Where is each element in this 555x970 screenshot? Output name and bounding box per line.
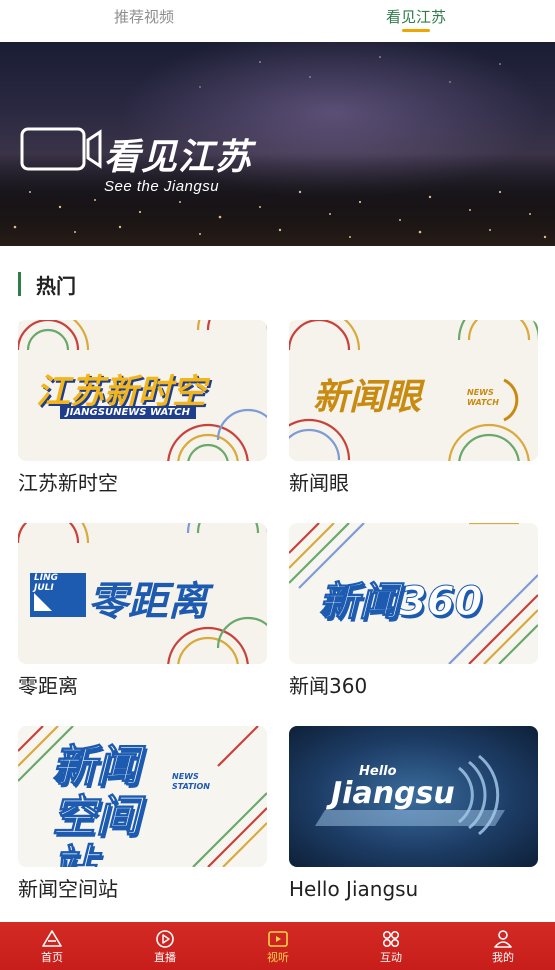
nav-label: 互动 (380, 951, 402, 964)
nav-home[interactable]: 首页 (22, 922, 82, 970)
home-icon (42, 930, 62, 947)
program-title: 零距离 (18, 674, 78, 698)
nav-interact[interactable]: 互动 (361, 922, 421, 970)
program-title: 新闻眼 (289, 471, 349, 495)
program-thumbnail: 新闻眼 NEWS WATCH (289, 320, 538, 461)
tab-recommended-video[interactable]: 推荐视频 (114, 6, 174, 28)
program-logo-title: 新闻360 (319, 579, 483, 626)
program-title: 新闻360 (289, 674, 368, 698)
tv-icon (268, 931, 288, 947)
nav-mine[interactable]: 我的 (473, 922, 533, 970)
program-card-hello-jiangsu[interactable]: Hello Jiangsu Hello Jiangsu (289, 726, 538, 903)
nav-live[interactable]: 直播 (135, 922, 195, 970)
nav-label: 视听 (267, 951, 289, 964)
program-card-jiangsu-xinshikong[interactable]: 江苏新时空 JIANGSUNEWS WATCH 江苏新时空 (18, 320, 267, 497)
program-thumbnail: 新闻空间站 NEWS STATION (18, 726, 267, 867)
nav-audiovisual[interactable]: 视听 (248, 922, 308, 970)
program-card-xinwen-kongjianzhan[interactable]: 新闻空间站 NEWS STATION 新闻空间站 (18, 726, 267, 903)
program-logo-subtitle: NEWS WATCH (467, 388, 499, 407)
section-title: 热门 (36, 274, 76, 298)
program-thumbnail: 江苏新时空 JIANGSUNEWS WATCH (18, 320, 267, 461)
program-logo-title: 新闻眼 (313, 377, 422, 418)
nav-label: 首页 (41, 951, 63, 964)
program-thumbnail: 新闻360 (289, 523, 538, 664)
program-thumbnail: Hello Jiangsu (289, 726, 538, 867)
program-thumbnail: LING JULI 零距离 (18, 523, 267, 664)
program-logo-subtitle: LING JULI (34, 573, 59, 593)
program-logo-subtitle: JIANGSUNEWS WATCH (60, 406, 196, 419)
program-title: 新闻空间站 (18, 877, 118, 901)
play-circle-icon (156, 930, 174, 948)
program-logo-subtitle: NEWS STATION (172, 772, 210, 791)
banner-subtitle: See the Jiangsu (104, 178, 220, 195)
program-card-xinwen360[interactable]: 新闻360 新闻360 (289, 523, 538, 700)
grid-icon (382, 930, 400, 948)
program-logo-title: Jiangsu (331, 776, 455, 811)
program-card-lingjuli[interactable]: LING JULI 零距离 零距离 (18, 523, 267, 700)
program-logo-title: 新闻空间站 (52, 741, 141, 867)
user-icon (494, 930, 512, 948)
banner-title: 看见江苏 (104, 137, 253, 178)
nav-label: 我的 (492, 951, 514, 964)
bottom-navigation: 首页 直播 视听 互动 我的 (0, 922, 555, 970)
hero-banner[interactable]: 看见江苏 See the Jiangsu (0, 42, 555, 246)
top-tab-bar: 推荐视频 看见江苏 (0, 0, 555, 42)
program-title: Hello Jiangsu (289, 877, 419, 901)
program-card-xinwenyan[interactable]: 新闻眼 NEWS WATCH 新闻眼 (289, 320, 538, 497)
tab-see-jiangsu[interactable]: 看见江苏 (386, 6, 446, 28)
active-tab-indicator (402, 29, 430, 32)
program-logo-title: 零距离 (88, 579, 208, 625)
section-accent-bar (18, 272, 21, 296)
program-title: 江苏新时空 (18, 471, 118, 495)
city-night-background (0, 56, 555, 246)
nav-label: 直播 (154, 951, 176, 964)
